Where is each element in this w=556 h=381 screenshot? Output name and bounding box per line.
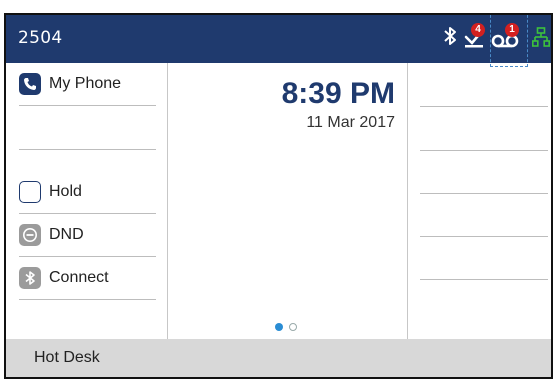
softkey-hot-desk[interactable]: Hot Desk	[34, 349, 100, 367]
line-key-hold[interactable]: Hold	[19, 171, 156, 214]
phone-screen: 2504 4 1 My Phone Hold DND Connect 8:39 …	[4, 13, 553, 379]
phone-icon	[19, 73, 41, 95]
hold-icon	[19, 181, 41, 203]
network-icon	[532, 27, 550, 53]
right-key-divider	[420, 236, 548, 237]
clock-date: 11 Mar 2017	[306, 114, 395, 131]
right-key-panel	[408, 63, 551, 339]
missed-call-count-badge: 4	[471, 23, 485, 37]
line-key-label: My Phone	[49, 75, 122, 92]
line-key-label: DND	[49, 226, 84, 243]
softkey-bar: Hot Desk	[6, 339, 551, 377]
line-key-label: Hold	[49, 183, 82, 200]
line-key-empty[interactable]	[19, 106, 156, 150]
line-key-panel: My Phone Hold DND Connect	[6, 63, 168, 339]
extension-number: 2504	[18, 28, 63, 48]
bluetooth-icon	[19, 267, 41, 289]
page-indicator-active[interactable]	[275, 323, 283, 331]
line-key-dnd[interactable]: DND	[19, 214, 156, 257]
idle-screen-center: 8:39 PM 11 Mar 2017	[168, 63, 408, 339]
dnd-icon	[19, 224, 41, 246]
right-key-divider	[420, 193, 548, 194]
line-key-label: Connect	[49, 269, 109, 286]
line-key-my-phone[interactable]: My Phone	[19, 63, 156, 106]
line-key-connect[interactable]: Connect	[19, 257, 156, 300]
right-key-divider	[420, 150, 548, 151]
page-indicator-inactive[interactable]	[289, 323, 297, 331]
clock-time: 8:39 PM	[281, 77, 395, 110]
status-bar: 2504 4 1	[6, 15, 551, 67]
bluetooth-icon	[443, 25, 457, 51]
right-key-divider	[420, 279, 548, 280]
right-key-divider	[420, 106, 548, 107]
focus-highlight	[490, 15, 528, 67]
